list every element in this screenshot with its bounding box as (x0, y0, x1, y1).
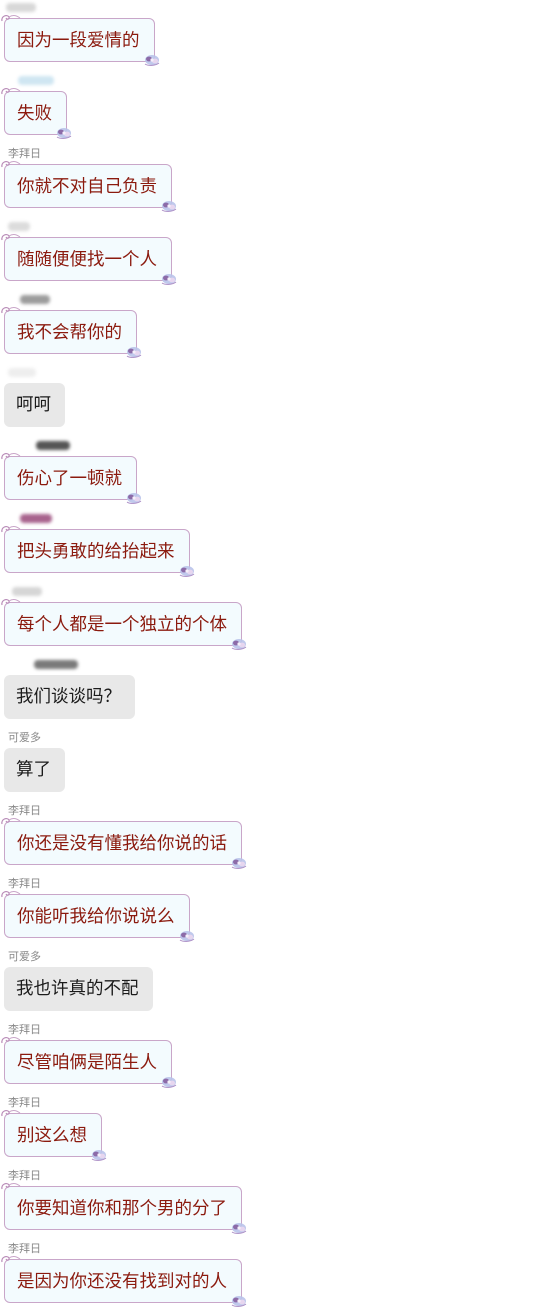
message-bubble[interactable]: 失败 (1, 88, 72, 139)
message-bubble[interactable]: 把头勇敢的给抬起来 (1, 526, 194, 577)
message-text: 呵呵 (16, 395, 51, 415)
bubble-flower-icon (231, 1296, 247, 1307)
message-bubble[interactable]: 每个人都是一个独立的个体 (1, 599, 247, 650)
chat-message: 伤心了一顿就 (0, 439, 533, 504)
bubble-flower-icon (126, 493, 142, 504)
message-text: 我也许真的不配 (16, 979, 139, 999)
bubble-flower-icon (231, 858, 247, 869)
sender-name: 可爱多 (8, 950, 41, 963)
blurred-sender-name (34, 660, 78, 669)
message-text: 我们谈谈吗？ (16, 687, 121, 707)
bubble-swirl-icon (1, 234, 21, 241)
chat-message: 李拜日尽管咱俩是陌生人 (0, 1023, 533, 1088)
message-text: 算了 (16, 760, 51, 780)
bubble-swirl-icon (1, 453, 21, 460)
chat-message: 每个人都是一个独立的个体 (0, 585, 533, 650)
message-text: 尽管咱俩是陌生人 (17, 1053, 157, 1073)
message-bubble[interactable]: 你要知道你和那个男的分了 (1, 1183, 247, 1234)
blurred-sender-name (12, 587, 42, 596)
message-text: 随随便便找一个人 (17, 250, 157, 270)
bubble-swirl-icon (1, 599, 21, 606)
bubble-flower-icon (144, 55, 159, 66)
bubble-flower-icon (161, 1077, 177, 1088)
bubble-flower-icon (179, 566, 194, 577)
blurred-sender-name (18, 76, 54, 85)
bubble-swirl-icon (1, 15, 21, 22)
chat-message-list[interactable]: 因为一段爱情的 失败 李拜日 你就不对自己负责 随随便便找一个人 我不会帮你的 呵呵 伤心了一… (0, 0, 533, 1307)
bubble-swirl-icon (1, 307, 21, 314)
chat-message: 可爱多算了 (0, 731, 533, 795)
message-bubble[interactable]: 伤心了一顿就 (1, 453, 142, 504)
message-bubble[interactable]: 别这么想 (1, 1110, 107, 1161)
message-bubble[interactable]: 我也许真的不配 (4, 967, 153, 1011)
bubble-flower-icon (161, 201, 177, 212)
sender-name: 李拜日 (8, 877, 41, 890)
sender-name: 李拜日 (8, 1096, 41, 1109)
bubble-flower-icon (161, 274, 177, 285)
message-bubble[interactable]: 你还是没有懂我给你说的话 (1, 818, 247, 869)
chat-message: 随随便便找一个人 (0, 220, 533, 285)
message-text: 每个人都是一个独立的个体 (17, 615, 227, 635)
blurred-sender-name (36, 441, 70, 450)
message-text: 因为一段爱情的 (17, 31, 140, 51)
blurred-sender-name (20, 514, 52, 523)
blurred-sender-name (8, 222, 30, 231)
sender-name: 李拜日 (8, 1169, 41, 1182)
message-bubble[interactable]: 是因为你还没有找到对的人 (1, 1256, 247, 1307)
bubble-flower-icon (179, 931, 194, 942)
message-text: 别这么想 (17, 1126, 87, 1146)
chat-message: 把头勇敢的给抬起来 (0, 512, 533, 577)
blurred-sender-name (8, 368, 36, 377)
chat-message: 因为一段爱情的 (0, 1, 533, 66)
chat-message: 李拜日你还是没有懂我给你说的话 (0, 804, 533, 869)
message-bubble[interactable]: 尽管咱俩是陌生人 (1, 1037, 177, 1088)
bubble-flower-icon (126, 347, 142, 358)
blurred-sender-name (6, 3, 36, 12)
sender-name: 李拜日 (8, 1242, 41, 1255)
message-bubble[interactable]: 随随便便找一个人 (1, 234, 177, 285)
sender-name: 可爱多 (8, 731, 41, 744)
chat-message: 我们谈谈吗？ (0, 658, 533, 722)
bubble-flower-icon (91, 1150, 107, 1161)
chat-message: 可爱多我也许真的不配 (0, 950, 533, 1014)
message-text: 失败 (17, 104, 52, 124)
bubble-swirl-icon (1, 88, 21, 95)
chat-message: 失败 (0, 74, 533, 139)
message-bubble[interactable]: 呵呵 (4, 383, 65, 427)
message-text: 把头勇敢的给抬起来 (17, 542, 175, 562)
bubble-flower-icon (56, 128, 72, 139)
message-bubble[interactable]: 我们谈谈吗？ (4, 675, 135, 719)
bubble-flower-icon (231, 639, 247, 650)
message-bubble[interactable]: 算了 (4, 748, 65, 792)
message-text: 你要知道你和那个男的分了 (17, 1199, 227, 1219)
sender-name: 李拜日 (8, 1023, 41, 1036)
sender-name: 李拜日 (8, 147, 41, 160)
bubble-swirl-icon (1, 526, 21, 533)
message-bubble[interactable]: 你能听我给你说说么 (1, 891, 194, 942)
chat-message: 我不会帮你的 (0, 293, 533, 358)
message-bubble[interactable]: 我不会帮你的 (1, 307, 142, 358)
message-text: 你就不对自己负责 (17, 177, 157, 197)
message-text: 伤心了一顿就 (17, 469, 122, 489)
blurred-sender-name (20, 295, 50, 304)
chat-message: 李拜日别这么想 (0, 1096, 533, 1161)
chat-message: 李拜日你就不对自己负责 (0, 147, 533, 212)
bubble-flower-icon (231, 1223, 247, 1234)
chat-message: 李拜日是因为你还没有找到对的人 (0, 1242, 533, 1307)
chat-message: 呵呵 (0, 366, 533, 430)
chat-message: 李拜日你能听我给你说说么 (0, 877, 533, 942)
message-text: 你还是没有懂我给你说的话 (17, 834, 227, 854)
message-bubble[interactable]: 因为一段爱情的 (1, 15, 159, 66)
sender-name: 李拜日 (8, 804, 41, 817)
message-text: 是因为你还没有找到对的人 (17, 1272, 227, 1292)
message-text: 你能听我给你说说么 (17, 907, 175, 927)
message-bubble[interactable]: 你就不对自己负责 (1, 161, 177, 212)
message-text: 我不会帮你的 (17, 323, 122, 343)
chat-message: 李拜日你要知道你和那个男的分了 (0, 1169, 533, 1234)
